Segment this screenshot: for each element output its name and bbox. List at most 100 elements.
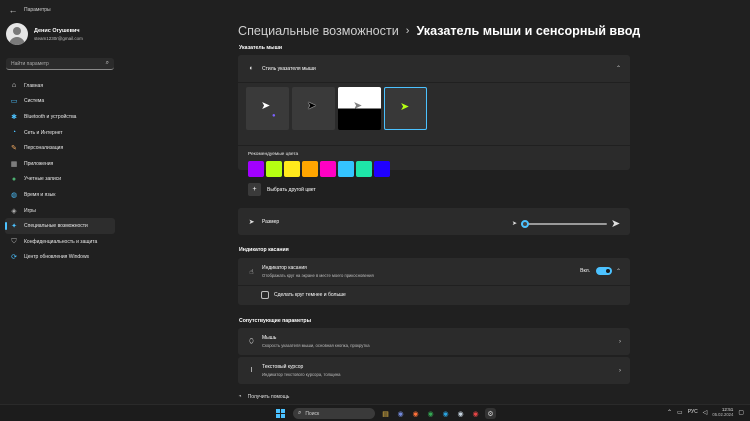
pointer-style-header[interactable]: ◐ Стиль указателя мыши ⌃ bbox=[238, 55, 630, 82]
settings-icon[interactable]: ⚙ bbox=[485, 408, 496, 419]
text-cursor-icon: I bbox=[250, 367, 253, 374]
custom-color-label: Выбрать другой цвет bbox=[267, 186, 316, 193]
monitor-icon: ▭ bbox=[10, 98, 18, 106]
touch-indicator-card: ☝ Индикатор касания Отображать круг на э… bbox=[238, 258, 630, 305]
pointer-style-card: ◐ Стиль указателя мыши ⌃ ➤ ● ➤ ➤ ➤ Реком… bbox=[238, 55, 630, 196]
inverted-cursor-icon: ➤ bbox=[353, 100, 363, 112]
color-swatch[interactable] bbox=[248, 161, 264, 177]
sidebar-item[interactable]: ⌂ Главная bbox=[5, 78, 115, 94]
touch-section-heading: Индикатор касания bbox=[239, 247, 289, 253]
breadcrumb-parent[interactable]: Специальные возможности bbox=[238, 24, 399, 38]
slider-track[interactable] bbox=[521, 219, 608, 228]
sidebar-item[interactable]: ◔ Сеть и Интернет bbox=[5, 125, 115, 141]
sidebar-item[interactable]: ▭ Система bbox=[5, 94, 115, 110]
related-section-heading: Сопутствующие параметры bbox=[239, 318, 312, 324]
page-title: Указатель мыши и сенсорный ввод bbox=[416, 24, 641, 38]
collapse-chevron-icon[interactable]: ⌃ bbox=[616, 65, 621, 72]
pointer-style-inverted[interactable]: ➤ bbox=[338, 87, 381, 130]
sidebar-item[interactable]: ◍ Время и язык bbox=[5, 187, 115, 203]
sidebar-item[interactable]: ⛉ Конфиденциальность и защита bbox=[5, 234, 115, 250]
user-profile[interactable]: Денис Огушевич steam1230r@gmail.com bbox=[0, 20, 120, 48]
taskbar-search-label: Поиск bbox=[305, 410, 320, 417]
toggle-state-label: Вкл. bbox=[580, 268, 590, 274]
back-button[interactable]: ← bbox=[6, 3, 20, 17]
darker-circle-label: Сделать круг темнее и больше bbox=[274, 291, 346, 298]
speaker-icon[interactable]: ◁ bbox=[703, 409, 708, 416]
mouse-description: Скорость указателя мыши, основная кнопка… bbox=[262, 343, 370, 348]
discord-icon[interactable]: ◉ bbox=[395, 408, 406, 419]
sidebar-item[interactable]: ● Учетные записи bbox=[5, 172, 115, 188]
sidebar-item[interactable]: ✱ Bluetooth и устройства bbox=[5, 109, 115, 125]
pointer-style-white[interactable]: ➤ ● bbox=[246, 87, 289, 130]
color-swatch[interactable] bbox=[374, 161, 390, 177]
sidebar-item[interactable]: ⟳ Центр обновления Windows bbox=[5, 250, 115, 266]
sidebar-item-label: Сеть и Интернет bbox=[24, 129, 63, 136]
touch-dot-icon: ● bbox=[272, 113, 276, 119]
color-swatch[interactable] bbox=[338, 161, 354, 177]
network-icon[interactable]: ▭ bbox=[677, 409, 683, 416]
pointer-style-black[interactable]: ➤ bbox=[292, 87, 335, 130]
chevron-up-icon[interactable]: ⌃ bbox=[667, 409, 672, 416]
help-icon: ◔ bbox=[238, 394, 242, 400]
bluetooth-icon: ✱ bbox=[11, 113, 17, 121]
custom-cursor-icon: ➤ bbox=[400, 101, 410, 113]
text-cursor-description: Индикатор текстового курсора, толщина bbox=[262, 372, 341, 377]
darker-circle-checkbox[interactable] bbox=[261, 290, 269, 299]
telegram-icon[interactable]: ◉ bbox=[440, 408, 451, 419]
profile-email: steam1230r@gmail.com bbox=[34, 35, 83, 41]
divider bbox=[238, 82, 630, 83]
color-swatch[interactable] bbox=[266, 161, 282, 177]
color-swatch[interactable] bbox=[356, 161, 372, 177]
get-help-link[interactable]: ◔ Получить помощь bbox=[238, 394, 289, 400]
touch-toggle-group: Вкл. bbox=[580, 267, 612, 275]
sidebar-item-label: Система bbox=[24, 98, 45, 105]
sidebar-item-label: Персонализация bbox=[24, 145, 64, 152]
recorder-icon[interactable]: ◉ bbox=[470, 408, 481, 419]
taskbar-search[interactable]: ⌕ Поиск bbox=[293, 408, 375, 419]
language-indicator[interactable]: РУС bbox=[688, 409, 698, 415]
avatar bbox=[6, 23, 28, 45]
sidebar-item[interactable]: ✎ Персонализация bbox=[5, 140, 115, 156]
related-mouse-row[interactable]: ⬯ Мышь Скорость указателя мыши, основная… bbox=[238, 328, 630, 355]
explorer-icon[interactable]: ▤ bbox=[380, 408, 391, 419]
clock[interactable]: 12:51 05.02.2024 bbox=[712, 407, 733, 417]
color-swatch[interactable] bbox=[320, 161, 336, 177]
firefox-icon[interactable]: ◉ bbox=[410, 408, 421, 419]
recommended-colors-label: Рекомендуемые цвета bbox=[248, 152, 299, 157]
search-icon: ⌕ bbox=[105, 60, 109, 66]
sidebar-item-label: Игры bbox=[24, 207, 36, 214]
search-input[interactable]: Найти параметр ⌕ bbox=[6, 58, 114, 70]
search-placeholder: Найти параметр bbox=[11, 60, 49, 67]
pointer-section-heading: Указатель мыши bbox=[239, 45, 283, 51]
slider-thumb[interactable] bbox=[521, 219, 530, 228]
mouse-label: Мышь bbox=[262, 335, 277, 341]
sidebar-item[interactable]: ✦ Специальные возможности bbox=[5, 218, 115, 234]
related-text-cursor-row[interactable]: I Текстовый курсор Индикатор текстового … bbox=[238, 357, 630, 384]
person-icon: ● bbox=[11, 175, 17, 183]
start-button[interactable] bbox=[276, 409, 285, 418]
notifications-icon[interactable]: ▢ bbox=[738, 409, 744, 416]
sidebar-item[interactable]: ▦ Приложения bbox=[5, 156, 115, 172]
pointer-size-slider[interactable]: ➤ ➤ bbox=[512, 217, 620, 230]
accessibility-icon: ✦ bbox=[11, 223, 17, 231]
white-cursor-icon: ➤ bbox=[261, 100, 271, 112]
touch-indicator-label: Индикатор касания bbox=[262, 265, 307, 271]
color-swatch[interactable] bbox=[302, 161, 318, 177]
apps-icon: ▦ bbox=[10, 160, 18, 168]
sidebar: Денис Огушевич steam1230r@gmail.com Найт… bbox=[0, 20, 120, 404]
touch-indicator-header[interactable]: ☝ Индикатор касания Отображать круг на э… bbox=[238, 258, 630, 285]
app-title: Параметры bbox=[24, 7, 51, 13]
pointer-style-custom[interactable]: ➤ bbox=[384, 87, 427, 130]
sidebar-item[interactable]: ◈ Игры bbox=[5, 203, 115, 219]
custom-color-button[interactable]: + Выбрать другой цвет bbox=[248, 183, 316, 196]
text-cursor-label: Текстовый курсор bbox=[262, 364, 304, 370]
chrome-icon[interactable]: ◉ bbox=[425, 408, 436, 419]
sidebar-item-label: Конфиденциальность и защита bbox=[24, 238, 98, 245]
touch-indicator-toggle[interactable] bbox=[596, 267, 612, 275]
darker-circle-option[interactable]: Сделать круг темнее и больше bbox=[238, 285, 630, 304]
sidebar-item-label: Специальные возможности bbox=[24, 223, 88, 230]
collapse-chevron-icon[interactable]: ⌃ bbox=[616, 268, 621, 275]
steam-icon[interactable]: ◉ bbox=[455, 408, 466, 419]
color-swatch[interactable] bbox=[284, 161, 300, 177]
profile-name: Денис Огушевич bbox=[34, 27, 80, 34]
